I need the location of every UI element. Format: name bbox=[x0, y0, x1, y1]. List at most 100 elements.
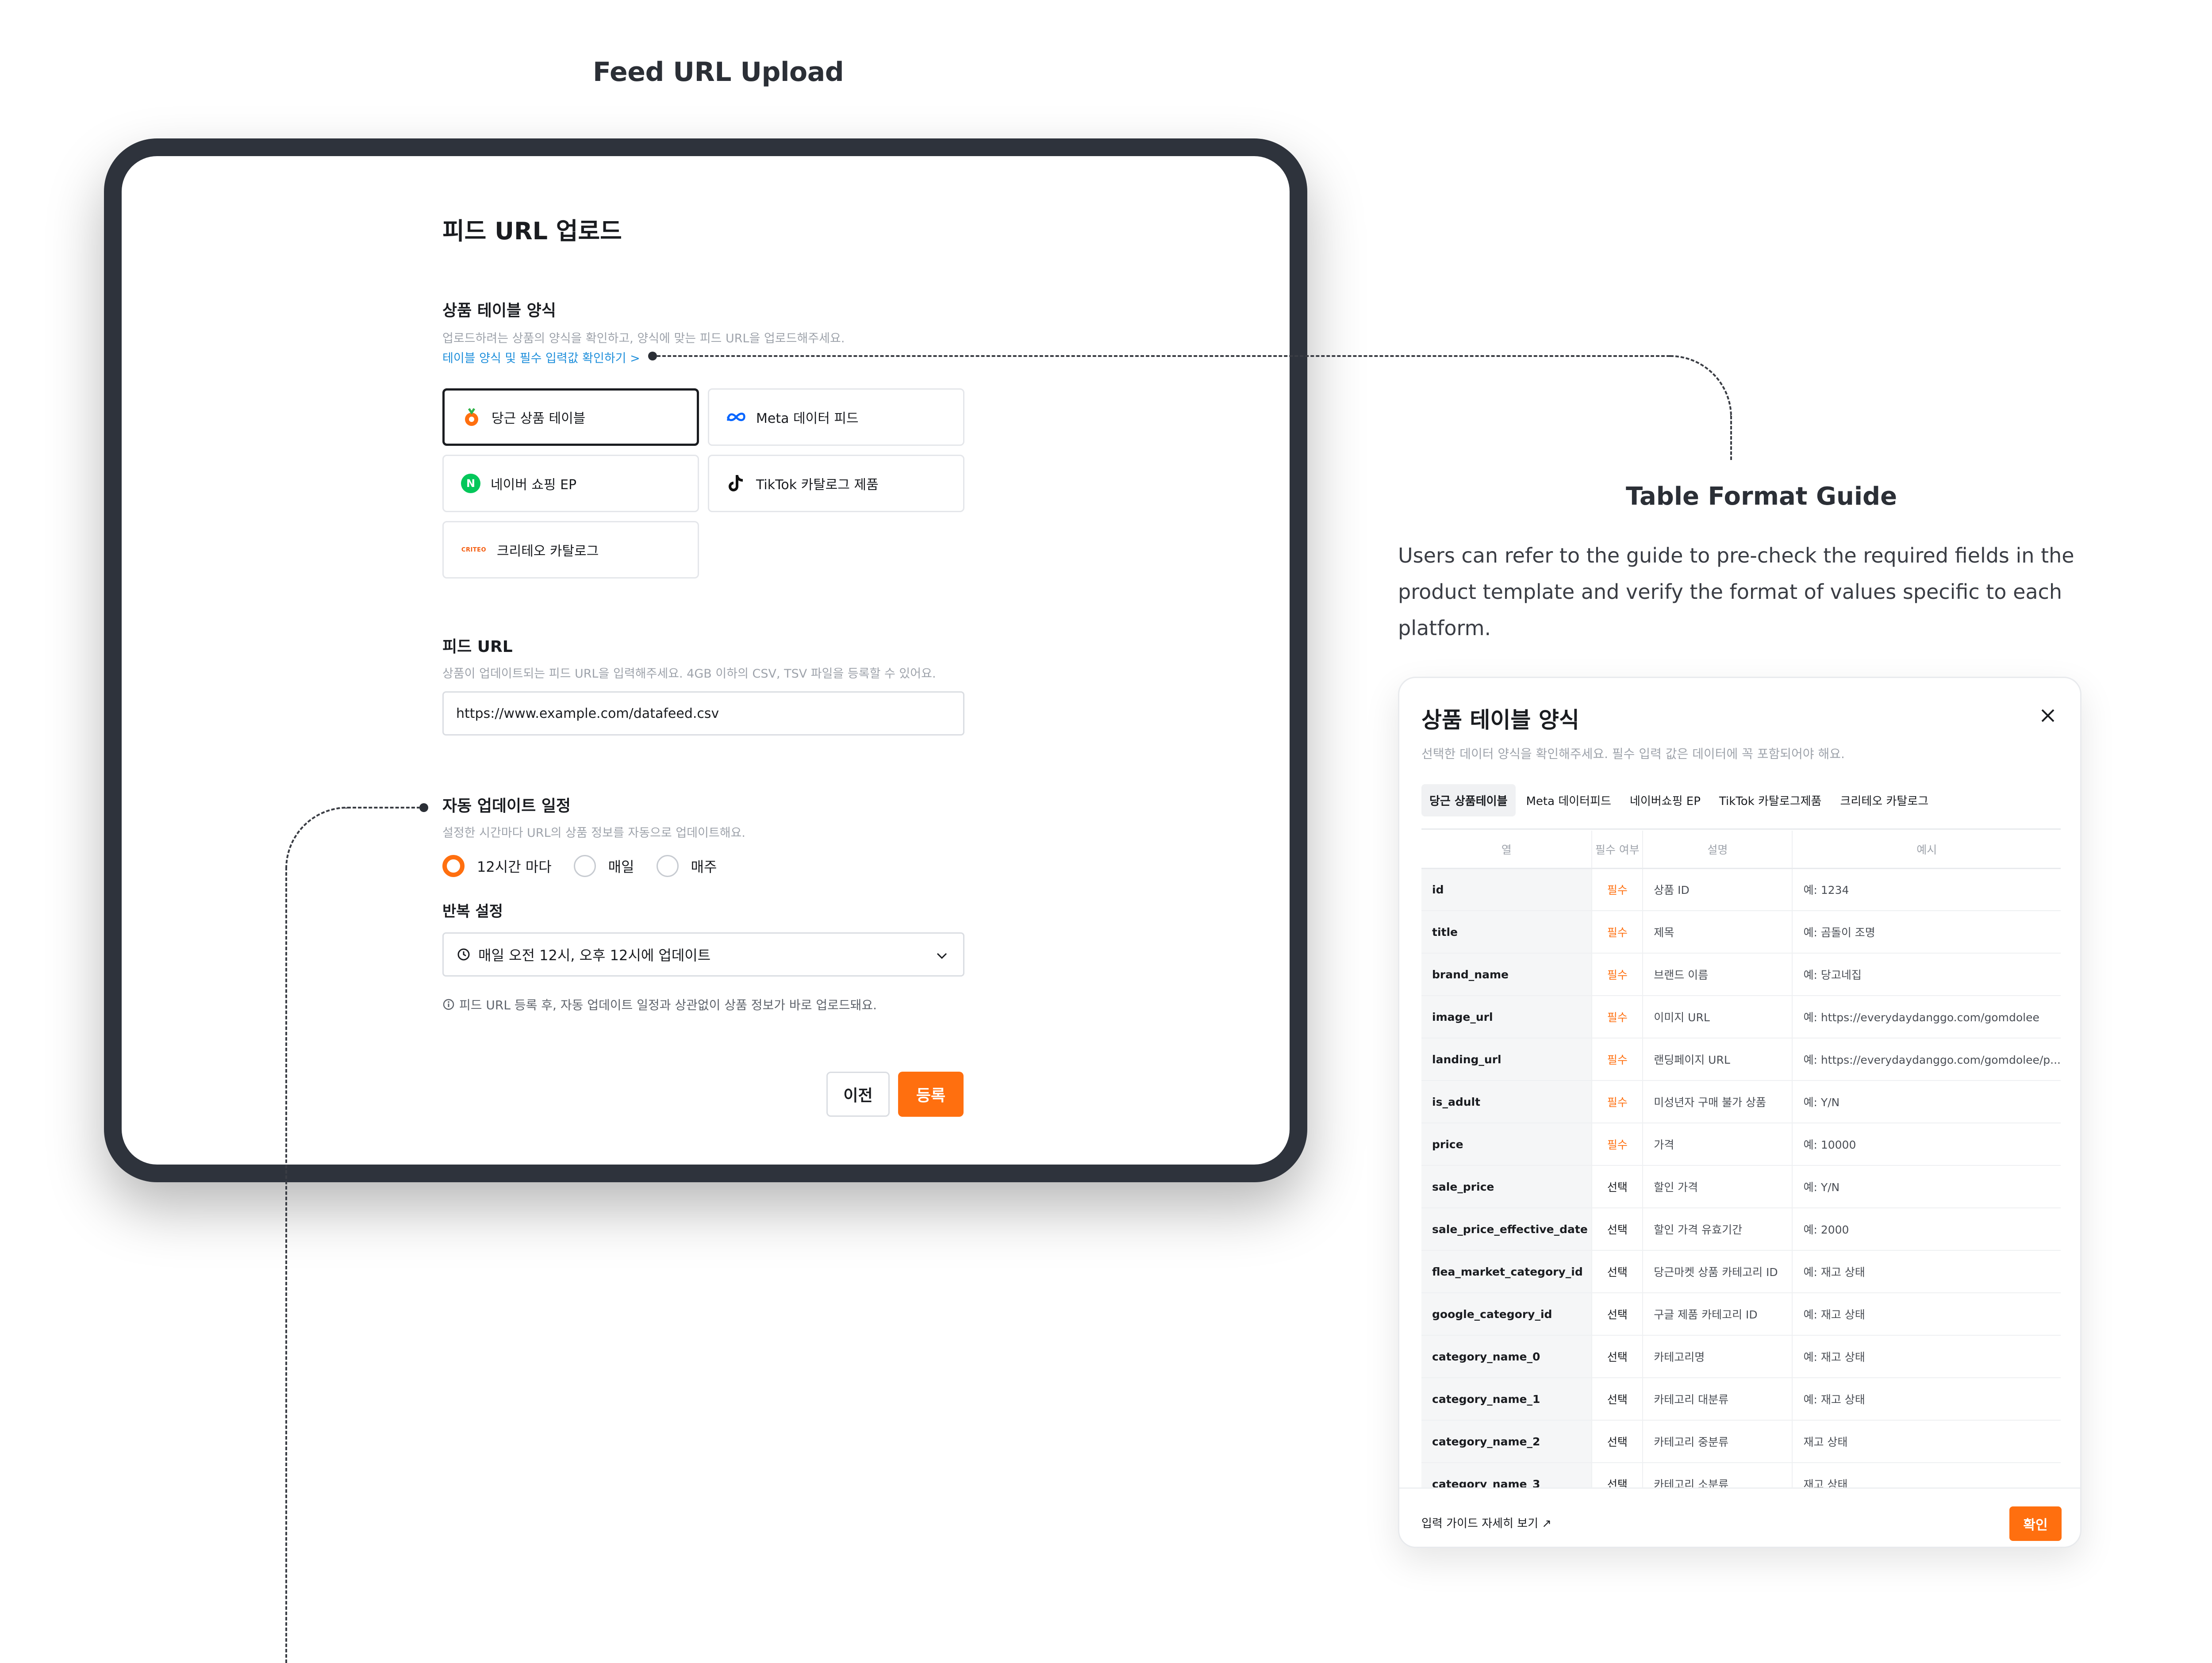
cell-column: is_adult bbox=[1421, 1081, 1593, 1123]
cell-description: 할인 가격 bbox=[1643, 1165, 1793, 1208]
cell-example: 예: https://everydaydanggo.com/gomdolee bbox=[1792, 996, 2061, 1038]
tab-meta[interactable]: Meta 데이터피드 bbox=[1518, 784, 1619, 816]
modal-tabs: 당근 상품테이블 Meta 데이터피드 네이버쇼핑 EP TikTok 카탈로그… bbox=[1421, 784, 1936, 816]
option-label: 당근 상품 테이블 bbox=[492, 411, 586, 426]
table-row: flea_market_category_id 선택 당근마켓 상품 카테고리 ID… bbox=[1421, 1250, 2061, 1293]
input-guide-link[interactable]: 입력 가이드 자세히 보기 ↗ bbox=[1421, 1514, 1551, 1531]
feed-url-title: 피드 URL bbox=[442, 638, 513, 656]
feed-url-value: https://www.example.com/datafeed.csv bbox=[456, 705, 719, 721]
page-title: 피드 URL 업로드 bbox=[442, 217, 622, 245]
table-section-title: 상품 테이블 양식 bbox=[442, 302, 556, 320]
cell-column: sale_price_effective_date bbox=[1421, 1208, 1593, 1251]
table-row: price 필수 가격 예: 10000 bbox=[1421, 1123, 2061, 1166]
cell-description: 브랜드 이름 bbox=[1643, 953, 1793, 996]
cell-description: 카테고리명 bbox=[1643, 1335, 1793, 1378]
connector-line bbox=[285, 867, 287, 1663]
table-format-guide-link[interactable]: 테이블 양식 및 필수 입력값 확인하기 > bbox=[442, 349, 640, 366]
confirm-button[interactable]: 확인 bbox=[2009, 1506, 2062, 1541]
cell-column: image_url bbox=[1421, 996, 1593, 1038]
cell-example: 예: 곰돌이 조명 bbox=[1792, 911, 2061, 954]
cell-example: 재고 상태 bbox=[1792, 1420, 2061, 1463]
tab-criteo[interactable]: 크리테오 카탈로그 bbox=[1832, 784, 1936, 816]
feed-url-input[interactable]: https://www.example.com/datafeed.csv bbox=[442, 691, 964, 736]
radio-weekly[interactable]: 매주 bbox=[656, 855, 717, 877]
cell-required: 선택 bbox=[1592, 1208, 1644, 1251]
cell-description: 카테고리 중분류 bbox=[1643, 1420, 1793, 1463]
tab-carrot[interactable]: 당근 상품테이블 bbox=[1421, 784, 1516, 816]
register-button[interactable]: 등록 bbox=[898, 1072, 964, 1117]
option-tiktok-catalog[interactable]: TikTok 카탈로그 제품 bbox=[708, 455, 964, 512]
table-row: sale_price_effective_date 선택 할인 가격 유효기간 예: … bbox=[1421, 1208, 2061, 1251]
table-format-modal: 상품 테이블 양식 선택한 데이터 양식을 확인해주세요. 필수 입력 값은 데… bbox=[1398, 677, 2081, 1548]
repeat-setting-title: 반복 설정 bbox=[442, 903, 503, 920]
format-table: 열 필수 여부 설명 예시 id 필수 상품 ID 예: 1234 title 필수 제목 예… bbox=[1421, 831, 2061, 1506]
connector-line bbox=[657, 355, 1670, 357]
connector-curve bbox=[1670, 355, 1732, 417]
tab-naver[interactable]: 네이버쇼핑 EP bbox=[1622, 784, 1709, 816]
repeat-setting-select[interactable]: 매일 오전 12시, 오후 12시에 업데이트 bbox=[442, 932, 964, 977]
tabs-divider bbox=[1421, 828, 2061, 830]
option-label: 네이버 쇼핑 EP bbox=[491, 477, 577, 493]
cell-description: 당근마켓 상품 카테고리 ID bbox=[1643, 1250, 1793, 1293]
cell-example: 예: 재고 상태 bbox=[1792, 1335, 2061, 1378]
radio-unchecked-icon bbox=[656, 855, 679, 877]
radio-daily[interactable]: 매일 bbox=[573, 855, 634, 877]
naver-logo-text: N bbox=[461, 474, 480, 493]
option-label: TikTok 카탈로그 제품 bbox=[756, 477, 879, 493]
cell-example: 예: 재고 상태 bbox=[1792, 1378, 2061, 1421]
cell-column: category_name_0 bbox=[1421, 1335, 1593, 1378]
cell-description: 이미지 URL bbox=[1643, 996, 1793, 1038]
table-row: title 필수 제목 예: 곰돌이 조명 bbox=[1421, 911, 2061, 954]
cell-example: 예: 10000 bbox=[1792, 1123, 2061, 1166]
cell-required: 필수 bbox=[1592, 1123, 1644, 1166]
tab-tiktok[interactable]: TikTok 카탈로그제품 bbox=[1711, 784, 1830, 816]
schedule-title: 자동 업데이트 일정 bbox=[442, 797, 571, 815]
connector-line bbox=[1730, 416, 1732, 460]
cell-example: 예: 재고 상태 bbox=[1792, 1293, 2061, 1336]
option-criteo-catalog[interactable]: CRITEO 크리테오 카탈로그 bbox=[442, 521, 699, 579]
radio-12h[interactable]: 12시간 마다 bbox=[442, 855, 552, 877]
table-row: id 필수 상품 ID 예: 1234 bbox=[1421, 868, 2061, 911]
radio-label: 매주 bbox=[691, 858, 717, 875]
table-row: category_name_2 선택 카테고리 중분류 재고 상태 bbox=[1421, 1420, 2061, 1463]
column-header: 열 bbox=[1421, 831, 1593, 869]
cell-required: 선택 bbox=[1592, 1420, 1644, 1463]
cell-required: 필수 bbox=[1592, 911, 1644, 954]
table-format-guide-heading: Table Format Guide bbox=[1626, 482, 1897, 511]
cell-example: 예: https://everydaydanggo.com/gomdolee/p… bbox=[1792, 1038, 2061, 1081]
cell-column: id bbox=[1421, 868, 1593, 911]
naver-icon: N bbox=[461, 473, 481, 494]
cell-description: 제목 bbox=[1643, 911, 1793, 954]
cell-column: category_name_1 bbox=[1421, 1378, 1593, 1421]
option-label: 크리테오 카탈로그 bbox=[497, 544, 599, 559]
table-row: brand_name 필수 브랜드 이름 예: 당고네집 bbox=[1421, 953, 2061, 996]
upload-note: 피드 URL 등록 후, 자동 업데이트 일정과 상관없이 상품 정보가 바로 … bbox=[442, 996, 877, 1013]
cell-column: flea_market_category_id bbox=[1421, 1250, 1593, 1293]
cell-example: 예: Y/N bbox=[1792, 1165, 2061, 1208]
cell-example: 예: 1234 bbox=[1792, 868, 2061, 911]
option-carrot-table[interactable]: 당근 상품 테이블 bbox=[442, 388, 699, 446]
cell-example: 예: Y/N bbox=[1792, 1081, 2061, 1123]
radio-checked-icon bbox=[442, 855, 465, 877]
cell-column: google_category_id bbox=[1421, 1293, 1593, 1336]
schedule-desc: 설정한 시간마다 URL의 상품 정보를 자동으로 업데이트해요. bbox=[442, 826, 745, 840]
option-label: Meta 데이터 피드 bbox=[756, 411, 859, 426]
option-meta-feed[interactable]: Meta 데이터 피드 bbox=[708, 388, 964, 446]
table-row: category_name_1 선택 카테고리 대분류 예: 재고 상태 bbox=[1421, 1378, 2061, 1421]
prev-button[interactable]: 이전 bbox=[826, 1072, 890, 1117]
table-row: google_category_id 선택 구글 제품 카테고리 ID 예: 재고 상… bbox=[1421, 1293, 2061, 1336]
option-naver-ep[interactable]: N 네이버 쇼핑 EP bbox=[442, 455, 699, 512]
table-row: landing_url 필수 랜딩페이지 URL 예: https://everyda… bbox=[1421, 1038, 2061, 1081]
modal-title: 상품 테이블 양식 bbox=[1421, 707, 1579, 733]
cell-column: price bbox=[1421, 1123, 1593, 1166]
repeat-setting-value: 매일 오전 12시, 오후 12시에 업데이트 bbox=[478, 947, 711, 964]
connector-dot bbox=[419, 803, 428, 812]
modal-footer: 입력 가이드 자세히 보기 ↗ 확인 bbox=[1399, 1487, 2080, 1547]
column-header: 설명 bbox=[1643, 831, 1793, 869]
chevron-down-icon bbox=[933, 947, 951, 965]
cell-description: 가격 bbox=[1643, 1123, 1793, 1166]
close-icon[interactable] bbox=[2037, 705, 2059, 727]
cell-required: 선택 bbox=[1592, 1250, 1644, 1293]
feed-url-desc: 상품이 업데이트되는 피드 URL을 입력해주세요. 4GB 이하의 CSV, … bbox=[442, 667, 936, 681]
table-row: sale_price 선택 할인 가격 예: Y/N bbox=[1421, 1165, 2061, 1208]
